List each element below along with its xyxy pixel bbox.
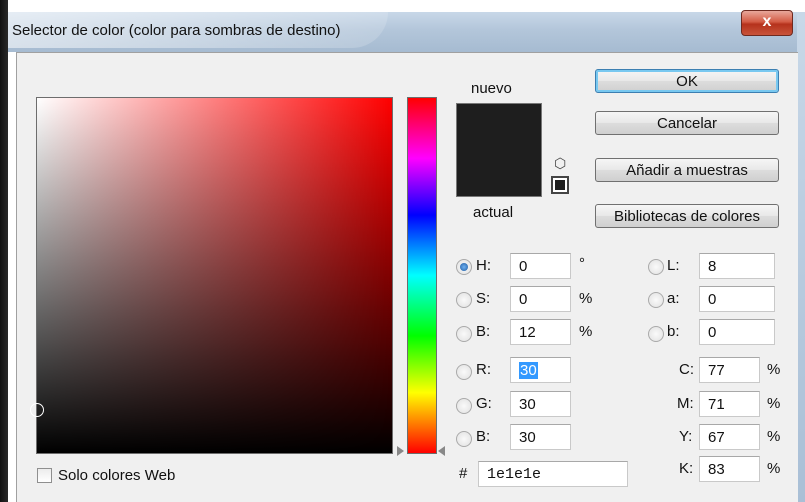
red-value-selected: 30 [519,362,538,379]
black-unit: % [767,460,781,477]
lab-b-label: b: [667,323,680,340]
brightness-label: B: [476,323,491,340]
green-radio[interactable] [456,398,472,414]
black-field[interactable]: 83 [699,456,760,482]
magenta-label: M: [677,395,694,412]
red-radio[interactable] [456,364,472,380]
lab-b-radio[interactable] [648,326,664,342]
window-title: Selector de color (color para sombras de… [12,22,341,39]
brightness-field[interactable]: 12 [510,319,571,345]
black-label: K: [679,460,694,477]
yellow-field[interactable]: 67 [699,424,760,450]
saturation-field[interactable]: 0 [510,286,571,312]
color-field[interactable] [36,97,393,454]
add-to-swatches-button[interactable]: Añadir a muestras [595,158,779,182]
background-window-edge [0,0,8,502]
hex-label: # [459,465,468,482]
yellow-label: Y: [679,428,693,445]
lab-b-field[interactable]: 0 [699,319,775,345]
window-frame-right [797,12,805,502]
hue-slider-right-arrow[interactable] [438,446,445,456]
lab-a-field[interactable]: 0 [699,286,775,312]
cyan-field[interactable]: 77 [699,357,760,383]
hue-field[interactable]: 0 [510,253,571,279]
blue-field[interactable]: 30 [510,424,571,450]
web-colors-only-checkbox[interactable] [37,468,52,483]
blue-label: B: [476,428,491,445]
red-field[interactable]: 30 [510,357,571,383]
hue-label: H: [476,257,491,274]
new-color-label: nuevo [471,80,512,97]
magenta-unit: % [767,395,781,412]
brightness-radio[interactable] [456,326,472,342]
close-button[interactable]: x [741,10,793,36]
blue-radio[interactable] [456,431,472,447]
cyan-label: C: [679,361,694,378]
lab-a-label: a: [667,290,680,307]
lab-l-radio[interactable] [648,259,664,275]
cancel-button[interactable]: Cancelar [595,111,779,135]
color-libraries-button[interactable]: Bibliotecas de colores [595,204,779,228]
hue-slider-left-arrow[interactable] [397,446,404,456]
saturation-radio[interactable] [456,292,472,308]
lab-a-radio[interactable] [648,292,664,308]
hex-field[interactable]: 1e1e1e [478,461,628,487]
degree-unit: ° [579,255,585,272]
color-picker-dialog: Selector de color (color para sombras de… [0,0,805,502]
color-preview-swatch[interactable] [456,103,542,197]
magenta-field[interactable]: 71 [699,391,760,417]
lab-l-label: L: [667,257,680,274]
saturation-label: S: [476,290,491,307]
brightness-unit: % [579,323,593,340]
saturation-unit: % [579,290,593,307]
web-safe-square-icon[interactable] [551,176,569,194]
hue-slider[interactable] [407,97,437,454]
out-of-gamut-cube-icon[interactable]: ⬡ [554,155,566,172]
hue-radio[interactable] [456,259,472,275]
web-colors-only-label: Solo colores Web [58,467,176,484]
color-field-marker[interactable] [30,403,44,417]
lab-l-field[interactable]: 8 [699,253,775,279]
green-field[interactable]: 30 [510,391,571,417]
green-label: G: [476,395,492,412]
current-color-label: actual [473,204,514,221]
red-label: R: [476,361,491,378]
cyan-unit: % [767,361,781,378]
ok-button[interactable]: OK [595,69,779,93]
yellow-unit: % [767,428,781,445]
